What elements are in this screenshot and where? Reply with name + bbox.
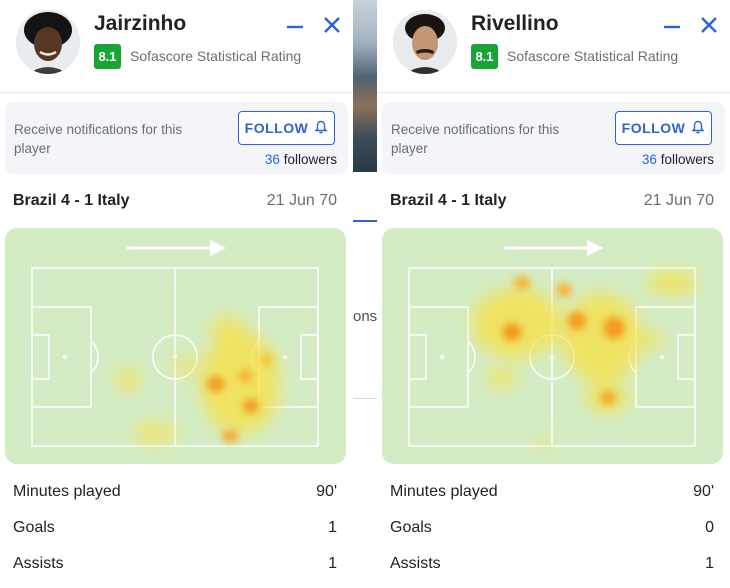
match-title: Brazil 4 - 1 Italy xyxy=(390,192,507,209)
notification-text: Receive notifications for this player xyxy=(14,122,183,156)
match-date: 21 Jun 70 xyxy=(266,192,337,209)
heatmap xyxy=(5,228,346,464)
stat-label: Goals xyxy=(390,519,432,536)
notification-box: Receive notifications for this player FO… xyxy=(5,102,348,174)
arrow-right-icon xyxy=(127,240,226,256)
stat-row-minutes: Minutes played 90' xyxy=(390,483,714,505)
background-photo xyxy=(353,0,377,172)
player-panel-rivellino: Rivellino 8.1 Sofascore Statistical Rati… xyxy=(377,0,730,588)
followers-number: 36 xyxy=(264,152,280,167)
notification-text: Receive notifications for this player xyxy=(391,122,560,156)
notification-box: Receive notifications for this player FO… xyxy=(382,102,725,174)
stat-label: Assists xyxy=(13,555,64,572)
followers-count: 36 followers xyxy=(265,152,337,167)
stat-value: 1 xyxy=(328,555,337,572)
heat-zones xyxy=(117,316,280,443)
panel-header: Jairzinho 8.1 Sofascore Statistical Rati… xyxy=(0,0,353,93)
match-row[interactable]: Brazil 4 - 1 Italy 21 Jun 70 xyxy=(13,192,337,214)
rating-badge: 8.1 xyxy=(94,44,121,69)
minimize-icon[interactable] xyxy=(284,16,306,38)
stat-label: Minutes played xyxy=(13,483,121,500)
stat-row-minutes: Minutes played 90' xyxy=(13,483,337,505)
rating-label: Sofascore Statistical Rating xyxy=(507,48,679,64)
player-name: Jairzinho xyxy=(94,12,187,35)
match-row[interactable]: Brazil 4 - 1 Italy 21 Jun 70 xyxy=(390,192,714,214)
rating-label: Sofascore Statistical Rating xyxy=(130,48,302,64)
stat-row-assists: Assists 1 xyxy=(13,555,337,577)
arrow-right-icon xyxy=(504,240,603,256)
stat-row-goals: Goals 0 xyxy=(390,519,714,541)
followers-label: followers xyxy=(660,152,714,167)
stat-row-goals: Goals 1 xyxy=(13,519,337,541)
heat-zones xyxy=(472,271,697,449)
follow-button[interactable]: FOLLOW xyxy=(238,111,335,145)
stat-value: 1 xyxy=(328,519,337,536)
player-avatar xyxy=(16,10,80,74)
stat-label: Assists xyxy=(390,555,441,572)
bell-icon xyxy=(691,120,706,137)
minimize-icon[interactable] xyxy=(661,16,683,38)
followers-count: 36 followers xyxy=(642,152,714,167)
player-name: Rivellino xyxy=(471,12,559,35)
background-partial-text: ons xyxy=(353,308,377,325)
background-tab xyxy=(353,220,377,278)
bell-icon xyxy=(314,120,329,137)
stat-value: 90' xyxy=(693,483,714,500)
background-divider xyxy=(353,398,377,399)
stat-label: Minutes played xyxy=(390,483,498,500)
stat-value: 90' xyxy=(316,483,337,500)
stat-row-assists: Assists 1 xyxy=(390,555,714,577)
player-panel-jairzinho: Jairzinho 8.1 Sofascore Statistical Rati… xyxy=(0,0,353,588)
match-date: 21 Jun 70 xyxy=(643,192,714,209)
close-icon[interactable] xyxy=(698,14,720,36)
rating-badge: 8.1 xyxy=(471,44,498,69)
player-avatar xyxy=(393,10,457,74)
follow-button-label: FOLLOW xyxy=(621,120,686,136)
stat-label: Goals xyxy=(13,519,55,536)
stat-value: 1 xyxy=(705,555,714,572)
panel-header: Rivellino 8.1 Sofascore Statistical Rati… xyxy=(377,0,730,93)
close-icon[interactable] xyxy=(321,14,343,36)
followers-number: 36 xyxy=(641,152,657,167)
heatmap xyxy=(382,228,723,464)
follow-button-label: FOLLOW xyxy=(244,120,309,136)
followers-label: followers xyxy=(283,152,337,167)
match-title: Brazil 4 - 1 Italy xyxy=(13,192,130,209)
stat-value: 0 xyxy=(705,519,714,536)
follow-button[interactable]: FOLLOW xyxy=(615,111,712,145)
